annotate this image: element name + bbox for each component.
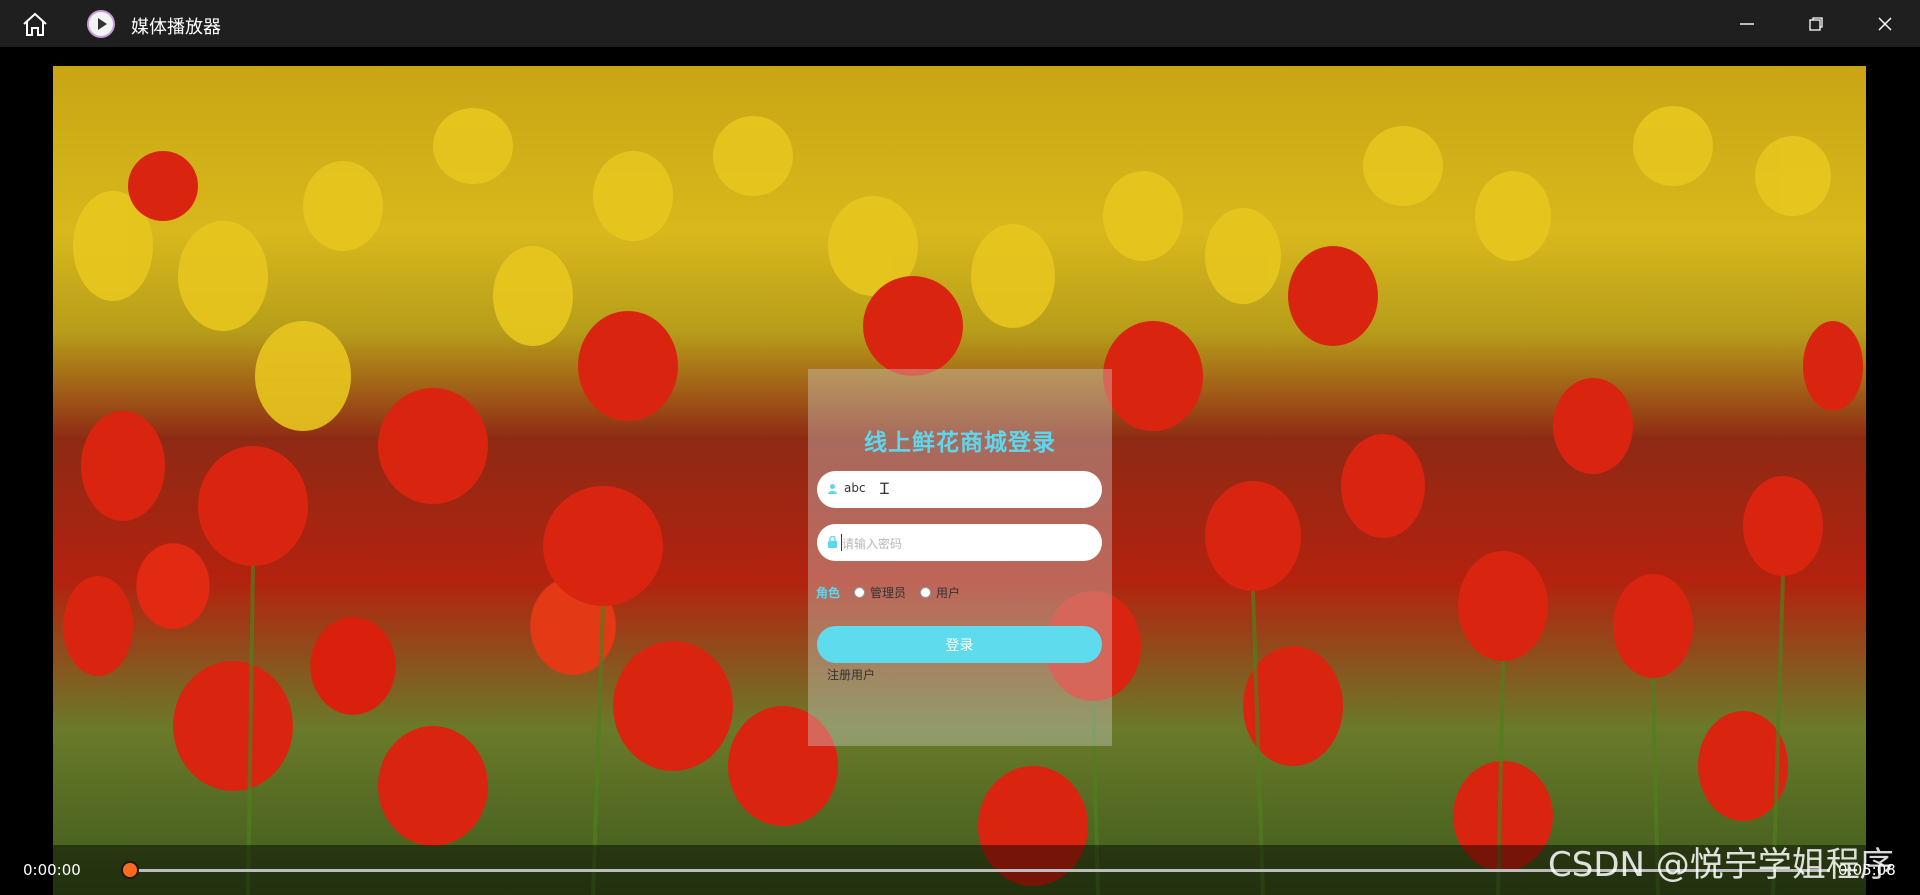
window-title: 媒体播放器 bbox=[131, 17, 221, 38]
role-option-user[interactable]: 用户 bbox=[936, 584, 960, 601]
restore-icon bbox=[1809, 16, 1823, 31]
home-icon[interactable] bbox=[20, 11, 50, 37]
role-radio-user[interactable] bbox=[920, 586, 932, 598]
minimize-button[interactable] bbox=[1717, 0, 1777, 47]
lock-icon bbox=[828, 536, 837, 548]
login-title: 线上鲜花商城登录 bbox=[864, 430, 1056, 456]
close-icon bbox=[1878, 17, 1892, 30]
role-label: 角色 bbox=[816, 585, 841, 600]
close-button[interactable] bbox=[1855, 0, 1915, 47]
username-input[interactable]: abc Ɪ bbox=[817, 471, 1102, 508]
current-time: 0:00:00 bbox=[23, 861, 81, 879]
login-button[interactable]: 登录 bbox=[817, 626, 1102, 663]
role-radio-admin[interactable] bbox=[854, 586, 866, 598]
watermark: CSDN @悦宁学姐程序 bbox=[1548, 845, 1894, 885]
login-card: 线上鲜花商城登录 abc Ɪ 请输入密码 角色 管理员 用户 登录 注册用户 bbox=[808, 369, 1112, 746]
username-value: abc bbox=[844, 481, 866, 495]
restore-button[interactable] bbox=[1786, 0, 1846, 47]
role-option-admin[interactable]: 管理员 bbox=[870, 584, 906, 601]
minimize-icon bbox=[1740, 22, 1754, 25]
password-placeholder: 请输入密码 bbox=[842, 537, 903, 551]
text-cursor-icon: Ɪ bbox=[880, 479, 889, 498]
video-stage[interactable]: 线上鲜花商城登录 abc Ɪ 请输入密码 角色 管理员 用户 登录 注册用户 bbox=[0, 47, 1920, 895]
password-input[interactable]: 请输入密码 bbox=[817, 524, 1102, 561]
play-circle-icon bbox=[87, 10, 115, 38]
user-icon bbox=[828, 484, 837, 494]
seek-thumb[interactable] bbox=[121, 861, 139, 879]
role-selector: 角色 管理员 用户 bbox=[816, 583, 974, 601]
title-bar: 媒体播放器 bbox=[0, 0, 1920, 47]
register-link[interactable]: 注册用户 bbox=[827, 666, 875, 683]
